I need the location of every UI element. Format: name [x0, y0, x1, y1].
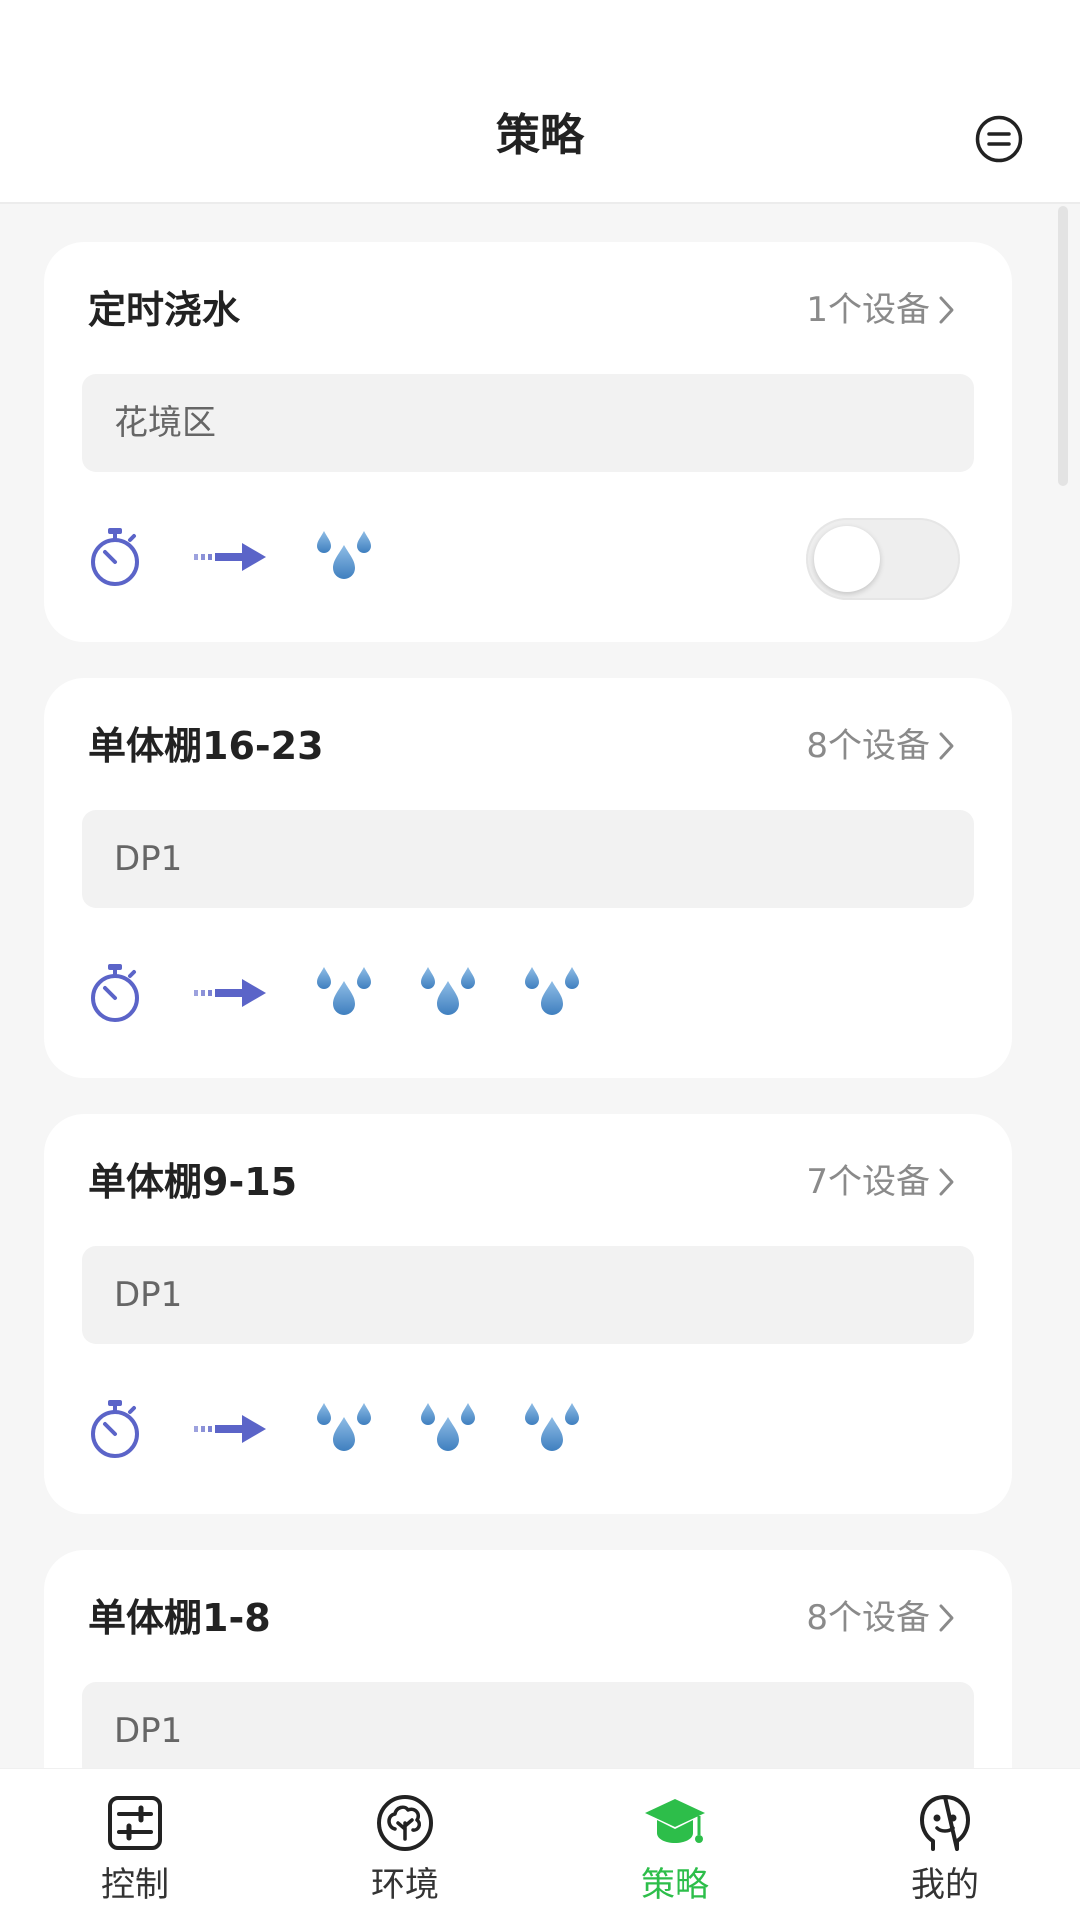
page-title: 策略: [496, 110, 584, 161]
scrollbar[interactable]: [1058, 206, 1068, 486]
device-count: 8个设备: [806, 1598, 930, 1638]
toggle-knob: [814, 526, 880, 592]
card-title: 单体棚16-23: [88, 724, 324, 768]
app-root: 策略 定时浇水 1个设备 花境区 单体棚16-23 8个设备 DP1 单体棚9-…: [0, 0, 1080, 1920]
zone-field: DP1: [82, 810, 974, 908]
nav-item-control[interactable]: 控制: [0, 1769, 270, 1920]
water-drops-icon: [314, 1399, 374, 1459]
card-title: 单体棚9-15: [88, 1160, 298, 1204]
arrow-right-icon: [194, 973, 268, 1013]
water-drops-icon: [314, 527, 374, 587]
chevron-right-icon: [938, 731, 956, 761]
nav-item-strategy[interactable]: 策略: [540, 1769, 810, 1920]
stopwatch-icon: [88, 526, 142, 588]
water-drops-icon: [418, 1399, 478, 1459]
water-drops-icon: [522, 1399, 582, 1459]
device-count-link[interactable]: 8个设备: [806, 718, 956, 774]
strategy-toggle[interactable]: [806, 518, 960, 600]
nav-item-environment[interactable]: 环境: [270, 1769, 540, 1920]
strategy-card[interactable]: 单体棚16-23 8个设备 DP1: [44, 678, 1012, 1078]
device-count: 8个设备: [806, 726, 930, 766]
strategy-card[interactable]: 定时浇水 1个设备 花境区: [44, 242, 1012, 642]
arrow-right-icon: [194, 1409, 268, 1449]
graduation-cap-icon: [643, 1791, 707, 1855]
zone-field: 花境区: [82, 374, 974, 472]
smiley-face-icon: [913, 1791, 977, 1855]
water-drops-icon: [314, 963, 374, 1023]
tree-icon: [373, 1791, 437, 1855]
menu-circle-icon: [975, 115, 1023, 163]
strategy-flow: [88, 958, 582, 1028]
card-title: 单体棚1-8: [88, 1596, 271, 1640]
water-drops-icon: [522, 963, 582, 1023]
strategy-card[interactable]: 单体棚9-15 7个设备 DP1: [44, 1114, 1012, 1514]
strategy-card[interactable]: 单体棚1-8 8个设备 DP1: [44, 1550, 1012, 1768]
stopwatch-icon: [88, 962, 142, 1024]
card-title: 定时浇水: [88, 288, 241, 332]
menu-button[interactable]: [974, 114, 1024, 164]
nav-label: 环境: [371, 1865, 439, 1905]
zone-field: DP1: [82, 1246, 974, 1344]
device-count: 7个设备: [806, 1162, 930, 1202]
bottom-nav: 控制 环境 策略 我的: [0, 1768, 1080, 1920]
zone-field: DP1: [82, 1682, 974, 1768]
header: 策略: [0, 0, 1080, 204]
nav-item-mine[interactable]: 我的: [810, 1769, 1080, 1920]
nav-label: 策略: [641, 1865, 709, 1905]
water-drops-icon: [418, 963, 478, 1023]
arrow-right-icon: [194, 537, 268, 577]
strategy-flow: [88, 1394, 582, 1464]
stopwatch-icon: [88, 1398, 142, 1460]
device-count: 1个设备: [806, 290, 930, 330]
device-count-link[interactable]: 8个设备: [806, 1590, 956, 1646]
nav-label: 我的: [911, 1865, 979, 1905]
nav-label: 控制: [101, 1865, 169, 1905]
chevron-right-icon: [938, 295, 956, 325]
device-count-link[interactable]: 7个设备: [806, 1154, 956, 1210]
sliders-icon: [103, 1791, 167, 1855]
strategy-flow: [88, 522, 374, 592]
device-count-link[interactable]: 1个设备: [806, 282, 956, 338]
chevron-right-icon: [938, 1167, 956, 1197]
chevron-right-icon: [938, 1603, 956, 1633]
strategy-list[interactable]: 定时浇水 1个设备 花境区 单体棚16-23 8个设备 DP1 单体棚9-15 …: [0, 206, 1080, 1768]
